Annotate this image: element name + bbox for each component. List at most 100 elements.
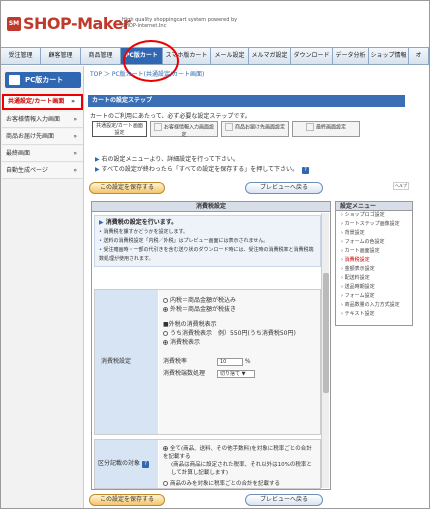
menu-item[interactable]: › フォーム設定 <box>336 292 412 301</box>
option-display-included[interactable]: うち消費税表示 例）550円(うち消費税50円) <box>163 329 316 338</box>
menu-item[interactable]: › テキスト設定 <box>336 310 412 319</box>
display-title: ■外税の消費税表示 <box>163 321 217 328</box>
rounding-row: 消費税端数処理 切り捨て ▼ <box>163 369 316 378</box>
classification-label: 区分記載の対象? <box>95 440 158 488</box>
chevron-right-icon: » <box>73 150 77 157</box>
step-common-cart[interactable]: 共通設定/カート画面設定 <box>92 121 147 137</box>
menu-item[interactable]: › 金額表示設定 <box>336 265 412 274</box>
radio-display-included[interactable] <box>163 331 168 336</box>
tagline: High quality shoppingcart system powered… <box>122 17 238 29</box>
option-exclusive[interactable]: 外税＝商品金額が税抜き <box>163 305 316 314</box>
sidebar-item-label: 共通設定/カート画面 <box>8 98 65 105</box>
menu-item[interactable]: › カート画面設定 <box>336 247 412 256</box>
panel-title: 消費税設定 <box>92 202 330 212</box>
menu-item[interactable]: › ショップロゴ設定 <box>336 211 412 220</box>
step-label: お客様情報入力画面設定 <box>164 124 215 138</box>
classification-row: 区分記載の対象? 全て(商品、送料、その他手数料)を対象に税率ごとの合計を記載す… <box>94 439 321 489</box>
back-to-preview-button[interactable]: プレビューへ戻る <box>245 182 323 194</box>
desc-line: • 受注確画時・一部の代引きを含む送り状のダウンロード時には、受注時の消費税率と… <box>99 247 314 262</box>
menu-item[interactable]: › 送品時期設定 <box>336 283 412 292</box>
chevron-right-icon: » <box>73 167 77 174</box>
sidebar-item-customer-input[interactable]: お客様情報入力画面 » <box>2 112 83 128</box>
menu-item[interactable]: › 商品数量の入力方式設定 <box>336 301 412 310</box>
settings-menu-title: 設定メニュー <box>336 202 412 211</box>
help-icon[interactable]: ? <box>301 167 309 174</box>
save-all-button-bottom[interactable]: この設定を保存する <box>89 494 165 506</box>
step-customer-input[interactable]: お客様情報入力画面設定 <box>150 121 218 138</box>
menu-item-current[interactable]: › 消費税設定 <box>336 256 412 265</box>
breadcrumb[interactable]: TOP ＞ PC版カート(共通設定/カート画面) <box>90 69 204 78</box>
option-inclusive[interactable]: 内税＝商品金額が税込み <box>163 296 316 305</box>
panel-lead: ▶ 消費税の設定を行います。 <box>99 219 178 226</box>
tax-setting-row: 消費税設定 内税＝商品金額が税込み 外税＝商品金額が税抜き ■外税の消費税表示 … <box>94 289 321 435</box>
menu-item[interactable]: › 配送料設定 <box>336 274 412 283</box>
step-label: 最終画面設定 <box>315 124 346 131</box>
desc-line: • 送料の消費税設定「内税／外税」はプレビュー画面には表示されません。 <box>99 238 269 244</box>
nav-more[interactable]: オ <box>409 48 429 64</box>
sidebar-item-delivery[interactable]: 商品お届け先画面 » <box>2 129 83 145</box>
step-icon <box>225 123 233 131</box>
step-label: 共通設定/カート画面設定 <box>96 123 143 136</box>
option-all-note: (商品は商品に設定された税率、それ以外は10%の税率として計算し記載します) <box>171 462 312 476</box>
scrollbar-thumb[interactable] <box>323 273 329 393</box>
nav-analytics[interactable]: データ分析 <box>333 48 369 64</box>
instructions: ▶ 右の設定メニューより、詳細設定を行って下さい。 ▶ すべての設定が終わったら… <box>95 155 309 175</box>
help-icon[interactable]: ? <box>142 461 150 468</box>
step-icon <box>154 123 162 131</box>
radio-products-only[interactable] <box>163 481 168 486</box>
settings-menu: 設定メニュー › ショップロゴ設定 › カートステップ画像設定 › 背景設定 ›… <box>335 201 413 326</box>
step-final[interactable]: 最終画面設定 <box>292 121 360 137</box>
tax-rate-input[interactable]: 10 <box>217 357 243 366</box>
menu-item[interactable]: › フォームの色設定 <box>336 238 412 247</box>
step-delivery[interactable]: 商品お届け先画面設定 <box>221 121 289 137</box>
nav-download[interactable]: ダウンロード <box>291 48 333 64</box>
option-all[interactable]: 全て(商品、送料、その他手数料)を対象に税率ごとの合計を記載する <box>163 445 316 461</box>
cart-icon <box>9 75 20 85</box>
sidebar-title: PC版カート <box>5 72 81 88</box>
sidebar-item-common-cart[interactable]: 共通設定/カート画面 » <box>2 94 83 110</box>
tax-setting-field: 内税＝商品金額が税込み 外税＝商品金額が税抜き ■外税の消費税表示 うち消費税表… <box>159 290 320 434</box>
nav-orders[interactable]: 受注管理 <box>1 48 41 64</box>
chevron-right-icon: » <box>73 133 77 140</box>
instruction-item: ▶ 右の設定メニューより、詳細設定を行って下さい。 <box>95 156 239 163</box>
radio-all[interactable] <box>163 446 168 451</box>
tax-settings-panel: 消費税設定 ▶ 消費税の設定を行います。 • 消費税を課すかどうかを設定します。… <box>91 201 331 490</box>
panel-description: ▶ 消費税の設定を行います。 • 消費税を課すかどうかを設定します。 • 送料の… <box>94 215 321 267</box>
step-label: 商品お届け先画面設定 <box>235 124 286 131</box>
tax-rate-row: 消費税率 10 % <box>163 357 251 366</box>
sidebar-item-label: お客様情報入力画面 <box>6 116 61 123</box>
nav-products[interactable]: 商品管理 <box>81 48 121 64</box>
section-heading: カートの設定ステップ <box>88 95 405 107</box>
menu-item[interactable]: › カートステップ画像設定 <box>336 220 412 229</box>
rounding-select[interactable]: 切り捨て ▼ <box>217 369 255 378</box>
sidebar-item-auto-pages[interactable]: 自動生成ページ » <box>2 163 83 179</box>
logo-mark: SM <box>7 17 21 31</box>
sidebar-item-label: 商品お届け先画面 <box>6 133 55 140</box>
radio-inclusive[interactable] <box>163 298 168 303</box>
radio-exclusive[interactable] <box>163 307 168 312</box>
section-note: カートのご利用にあたって、必ず必要な設定ステップです。 <box>90 113 251 120</box>
setup-steps: 共通設定/カート画面設定 お客様情報入力画面設定 商品お届け先画面設定 最終画面… <box>92 121 360 138</box>
save-all-button[interactable]: この設定を保存する <box>89 182 165 194</box>
step-icon <box>305 123 314 131</box>
nav-mail-settings[interactable]: メール設定 <box>211 48 249 64</box>
desc-line: • 消費税を課すかどうかを設定します。 <box>99 229 189 235</box>
back-to-preview-button-bottom[interactable]: プレビューへ戻る <box>245 494 323 506</box>
menu-item[interactable]: › 背景設定 <box>336 229 412 238</box>
option-display-tax[interactable]: 消費税表示 <box>163 338 316 347</box>
sidebar: PC版カート 共通設定/カート画面» お客様情報入力画面» 商品お届け先画面» … <box>1 66 84 508</box>
sidebar-item-label: 自動生成ページ <box>6 167 48 174</box>
option-products-only[interactable]: 商品のみを対象に税率ごとの合計を記載する <box>163 480 316 488</box>
sidebar-item-label: 最終画面 <box>6 150 31 157</box>
tax-setting-label: 消費税設定 <box>95 290 158 434</box>
classification-field: 全て(商品、送料、その他手数料)を対象に税率ごとの合計を記載する (商品は商品に… <box>159 440 320 488</box>
help-button[interactable]: ヘルプ <box>393 182 409 190</box>
nav-magazine-settings[interactable]: メルマガ設定 <box>249 48 291 64</box>
nav-customers[interactable]: 顧客管理 <box>41 48 81 64</box>
header: SM SHOP-Maker High quality shoppingcart … <box>1 1 429 47</box>
nav-shop-info[interactable]: ショップ情報 <box>369 48 409 64</box>
radio-display-tax[interactable] <box>163 340 168 345</box>
logo: SHOP-Maker <box>23 14 131 33</box>
sidebar-item-final[interactable]: 最終画面 » <box>2 146 83 162</box>
scrollbar[interactable] <box>321 213 329 488</box>
